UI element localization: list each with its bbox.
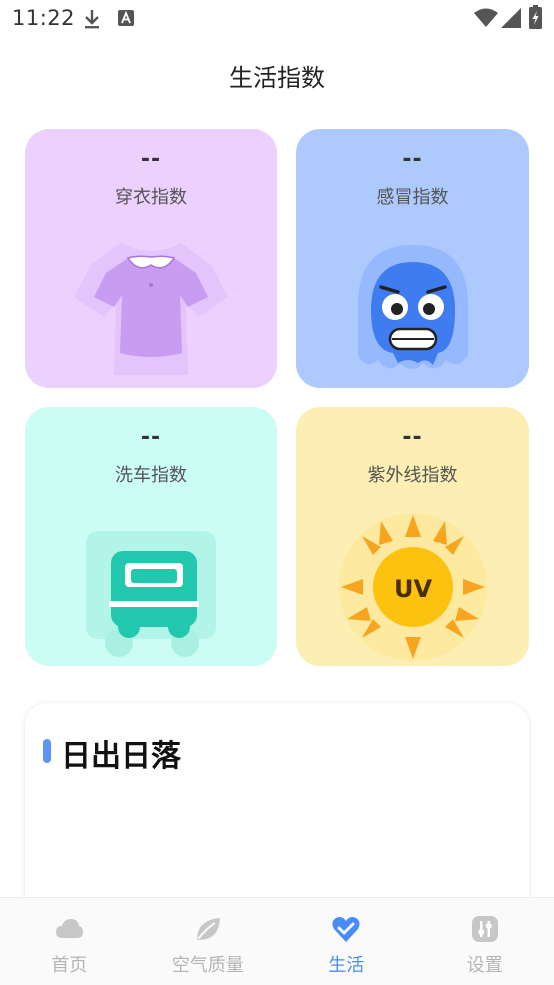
wifi-icon — [474, 8, 498, 28]
nav-item-home[interactable]: 首页 — [0, 898, 139, 985]
cold-index-label: 感冒指数 — [296, 183, 529, 209]
shirt-icon — [66, 225, 236, 375]
car-icon — [81, 527, 221, 662]
status-bar: 11:22 — [0, 0, 554, 38]
car-wash-index-value: -- — [25, 425, 277, 450]
nav-item-air-quality[interactable]: 空气质量 — [139, 898, 278, 985]
uv-index-label: 紫外线指数 — [296, 461, 529, 487]
uv-badge: UV — [393, 575, 431, 603]
nav-item-life[interactable]: 生活 — [277, 898, 416, 985]
heart-check-icon — [331, 914, 361, 944]
battery-icon — [529, 5, 542, 29]
nav-label-life: 生活 — [277, 951, 416, 977]
sunrise-sunset-title: 日出日落 — [61, 731, 181, 775]
section-accent-bar — [43, 739, 51, 763]
download-icon — [82, 8, 102, 30]
nav-item-settings[interactable]: 设置 — [416, 898, 554, 985]
uv-index-value: -- — [296, 425, 529, 450]
sliders-icon — [470, 914, 500, 944]
nav-label-settings: 设置 — [416, 951, 554, 977]
sun-uv-icon: UV — [333, 507, 493, 662]
car-wash-index-card[interactable]: -- 洗车指数 — [25, 407, 277, 666]
nav-label-home: 首页 — [0, 951, 139, 977]
car-wash-index-label: 洗车指数 — [25, 461, 277, 487]
cold-face-icon — [338, 235, 488, 380]
dressing-index-value: -- — [25, 147, 277, 172]
nav-label-air-quality: 空气质量 — [139, 951, 278, 977]
uv-index-card[interactable]: -- 紫外线指数 UV — [296, 407, 529, 666]
cloud-icon — [54, 914, 84, 944]
status-time: 11:22 — [12, 6, 75, 30]
dressing-index-label: 穿衣指数 — [25, 183, 277, 209]
cold-index-value: -- — [296, 147, 529, 172]
bottom-nav: 首页 空气质量 生活 设置 — [0, 897, 554, 985]
page-title: 生活指数 — [0, 58, 554, 93]
signal-icon — [501, 8, 521, 28]
dressing-index-card[interactable]: -- 穿衣指数 — [25, 129, 277, 388]
keyboard-a-icon — [118, 10, 134, 26]
cold-index-card[interactable]: -- 感冒指数 — [296, 129, 529, 388]
leaf-icon — [193, 914, 223, 944]
